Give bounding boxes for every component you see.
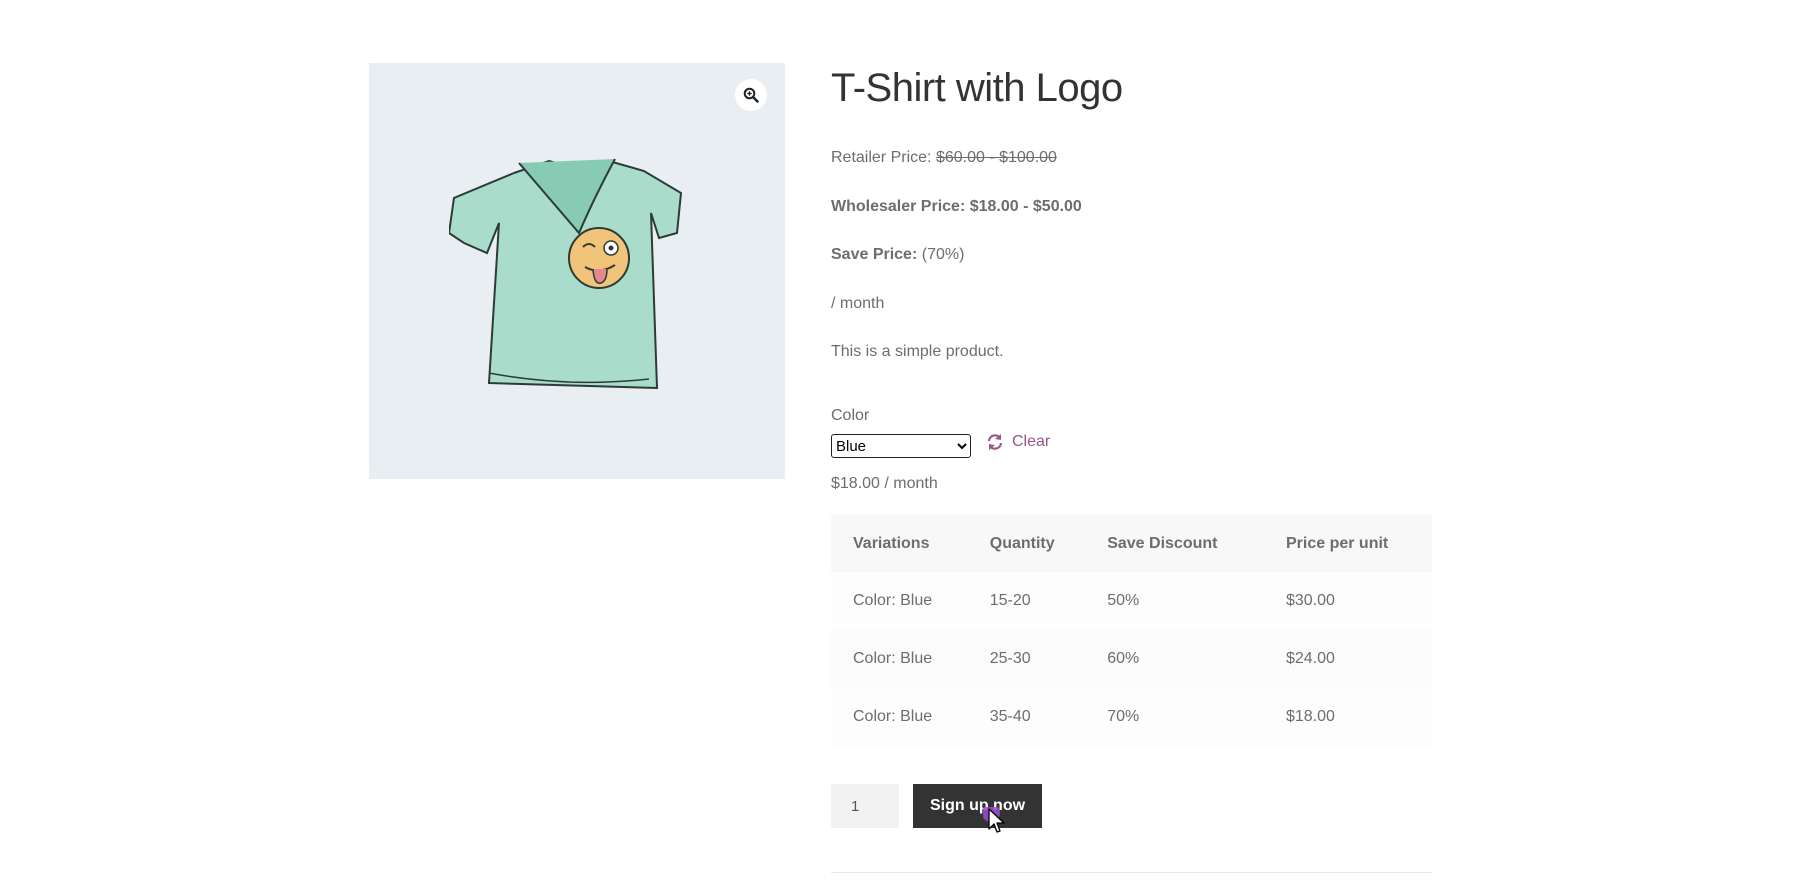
quantity-input[interactable] [831,784,899,828]
wholesale-tier-table: Variations Quantity Save Discount Price … [831,515,1432,746]
table-cell: $18.00 [1264,688,1432,746]
clear-button[interactable]: Clear [986,433,1050,451]
color-label: Color [831,407,870,424]
color-select[interactable]: Blue [831,434,971,458]
table-cell: Color: Blue [831,572,968,630]
billing-period: / month [831,295,885,312]
column-header: Price per unit [1264,515,1432,572]
clear-label: Clear [1012,433,1051,450]
table-cell: Color: Blue [831,630,968,688]
product-image-gallery[interactable] [369,63,785,479]
table-cell: $30.00 [1264,572,1432,630]
product-description: This is a simple product. [831,343,1004,360]
zoom-icon[interactable] [735,79,767,111]
wholesaler-price: Wholesaler Price: $18.00 - $50.00 [831,196,1082,218]
table-cell: Color: Blue [831,688,968,746]
save-price-label: Save Price: [831,246,918,263]
column-header: Variations [831,515,968,572]
sign-up-button[interactable]: Sign up now [913,784,1042,828]
retailer-price: Retailer Price: $60.00 - $100.00 [831,147,1057,169]
wholesaler-price-label: Wholesaler Price: [831,198,966,215]
tshirt-image [449,158,683,390]
table-cell: 15-20 [967,572,1086,630]
table-row: Color: Blue 15-20 50% $30.00 [831,572,1432,630]
product-title: T-Shirt with Logo [831,66,1123,110]
table-cell: 50% [1085,572,1264,630]
table-cell: $24.00 [1264,630,1432,688]
save-price: Save Price: (70%) [831,244,964,266]
table-row: Color: Blue 35-40 70% $18.00 [831,688,1432,746]
divider [831,872,1432,873]
variation-price: $18.00 / month [831,475,938,492]
save-price-value: (70%) [921,246,965,263]
retailer-price-value: $60.00 - $100.00 [935,149,1057,166]
table-row: Color: Blue 25-30 60% $24.00 [831,630,1432,688]
product-summary: T-Shirt with Logo Retailer Price: $60.00… [831,63,1432,873]
column-header: Quantity [967,515,1086,572]
table-cell: 70% [1085,688,1264,746]
table-cell: 35-40 [967,688,1086,746]
table-header-row: Variations Quantity Save Discount Price … [831,515,1432,572]
refresh-icon [987,434,1003,450]
table-cell: 60% [1085,630,1264,688]
column-header: Save Discount [1085,515,1264,572]
table-cell: 25-30 [967,630,1086,688]
retailer-price-label: Retailer Price: [831,149,932,166]
wholesaler-price-value: $18.00 - $50.00 [969,198,1082,215]
